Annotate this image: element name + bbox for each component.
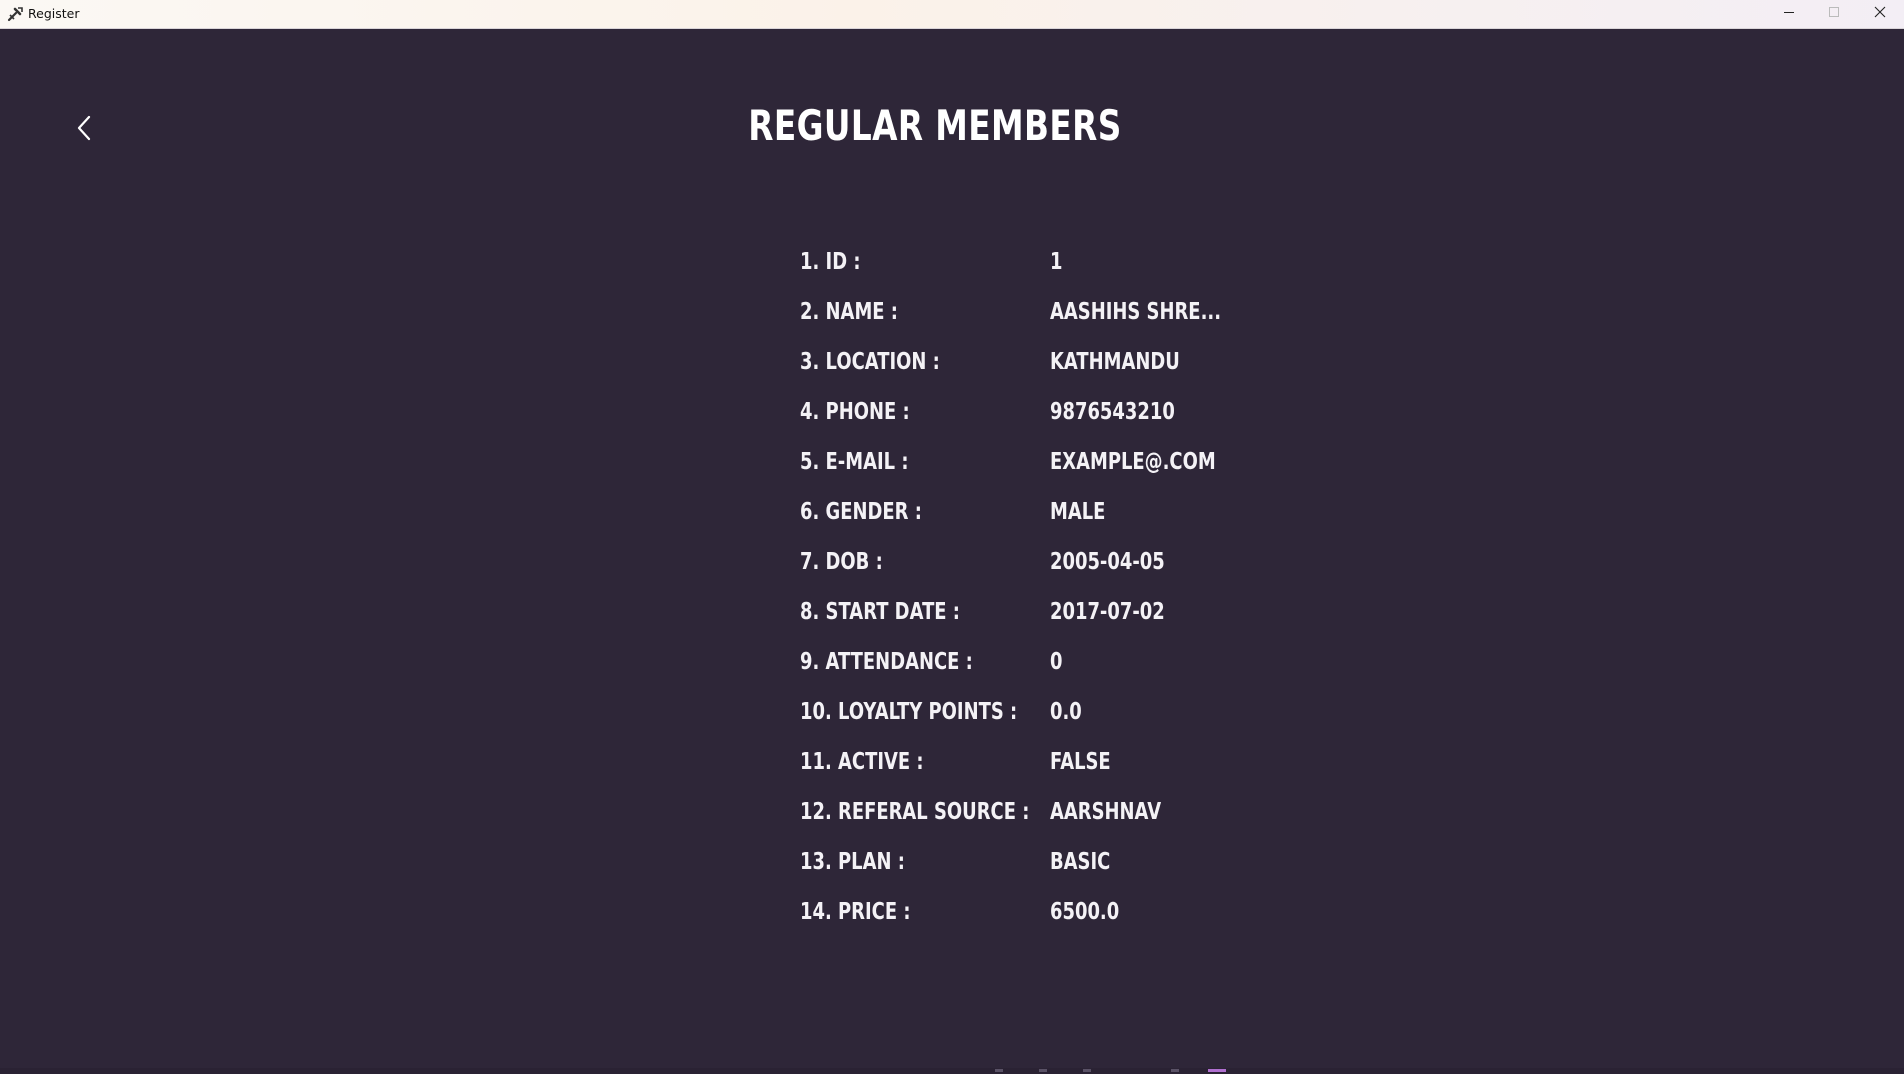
detail-value: 9876543210	[1050, 399, 1175, 425]
detail-label: 11. ACTIVE :	[800, 749, 924, 775]
detail-row-price: 14. PRICE : 6500.0	[800, 897, 1250, 947]
detail-value: FALSE	[1050, 749, 1111, 775]
page-title: REGULAR MEMBERS	[748, 101, 1122, 150]
maximize-button[interactable]	[1811, 0, 1857, 28]
detail-value: KATHMANDU	[1050, 349, 1180, 375]
back-button[interactable]	[68, 113, 102, 147]
detail-value: 6500.0	[1050, 899, 1120, 925]
window-bottom-edge	[0, 1068, 1904, 1074]
detail-label: 1. ID :	[800, 249, 861, 275]
detail-row-plan: 13. PLAN : BASIC	[800, 847, 1250, 897]
detail-row-phone: 4. PHONE : 9876543210	[800, 397, 1250, 447]
detail-row-attendance: 9. ATTENDANCE : 0	[800, 647, 1250, 697]
taskbar-indicator	[1171, 1069, 1179, 1072]
detail-row-active: 11. ACTIVE : FALSE	[800, 747, 1250, 797]
detail-label: 12. REFERAL SOURCE :	[800, 799, 1030, 825]
detail-value: 2005-04-05	[1050, 549, 1165, 575]
detail-value: BASIC	[1050, 849, 1111, 875]
member-details-view: REGULAR MEMBERS 1. ID : 1 2. NAME : AASH…	[0, 29, 1904, 1068]
detail-label: 4. PHONE :	[800, 399, 910, 425]
detail-value: AASHIHS SHRE...	[1050, 299, 1222, 325]
detail-row-loyalty-points: 10. LOYALTY POINTS : 0.0	[800, 697, 1250, 747]
detail-row-id: 1. ID : 1	[800, 247, 1250, 297]
close-button[interactable]	[1857, 0, 1903, 28]
detail-row-referal-source: 12. REFERAL SOURCE : AARSHNAV	[800, 797, 1250, 847]
detail-value: 2017-07-02	[1050, 599, 1165, 625]
taskbar-indicator	[1083, 1069, 1091, 1072]
taskbar-indicator	[995, 1069, 1003, 1072]
detail-value: MALE	[1050, 499, 1106, 525]
minimize-icon	[1783, 5, 1795, 23]
detail-label: 14. PRICE :	[800, 899, 911, 925]
minimize-button[interactable]	[1766, 0, 1812, 28]
detail-value: AARSHNAV	[1050, 799, 1162, 825]
detail-value: 0	[1050, 649, 1063, 675]
taskbar-indicator-active	[1208, 1069, 1226, 1072]
detail-label: 3. LOCATION :	[800, 349, 940, 375]
chevron-left-icon	[75, 114, 95, 147]
detail-label: 8. START DATE :	[800, 599, 960, 625]
detail-value: EXAMPLE@.COM	[1050, 449, 1216, 475]
member-details-list: 1. ID : 1 2. NAME : AASHIHS SHRE... 3. L…	[800, 247, 1250, 947]
detail-label: 9. ATTENDANCE :	[800, 649, 973, 675]
detail-row-email: 5. E-MAIL : EXAMPLE@.COM	[800, 447, 1250, 497]
detail-label: 7. DOB :	[800, 549, 883, 575]
detail-label: 2. NAME :	[800, 299, 898, 325]
detail-row-location: 3. LOCATION : KATHMANDU	[800, 347, 1250, 397]
detail-value: 0.0	[1050, 699, 1082, 725]
detail-label: 13. PLAN :	[800, 849, 905, 875]
detail-value: 1	[1050, 249, 1063, 275]
taskbar-indicator	[1039, 1069, 1047, 1072]
detail-row-gender: 6. GENDER : MALE	[800, 497, 1250, 547]
detail-row-name: 2. NAME : AASHIHS SHRE...	[800, 297, 1250, 347]
detail-label: 5. E-MAIL :	[800, 449, 909, 475]
detail-label: 10. LOYALTY POINTS :	[800, 699, 1018, 725]
window-title: Register	[28, 6, 80, 21]
maximize-icon	[1828, 5, 1840, 23]
window-titlebar: Register	[0, 0, 1904, 29]
tools-icon	[7, 6, 24, 22]
detail-label: 6. GENDER :	[800, 499, 922, 525]
close-icon	[1874, 5, 1886, 23]
detail-row-dob: 7. DOB : 2005-04-05	[800, 547, 1250, 597]
detail-row-start-date: 8. START DATE : 2017-07-02	[800, 597, 1250, 647]
